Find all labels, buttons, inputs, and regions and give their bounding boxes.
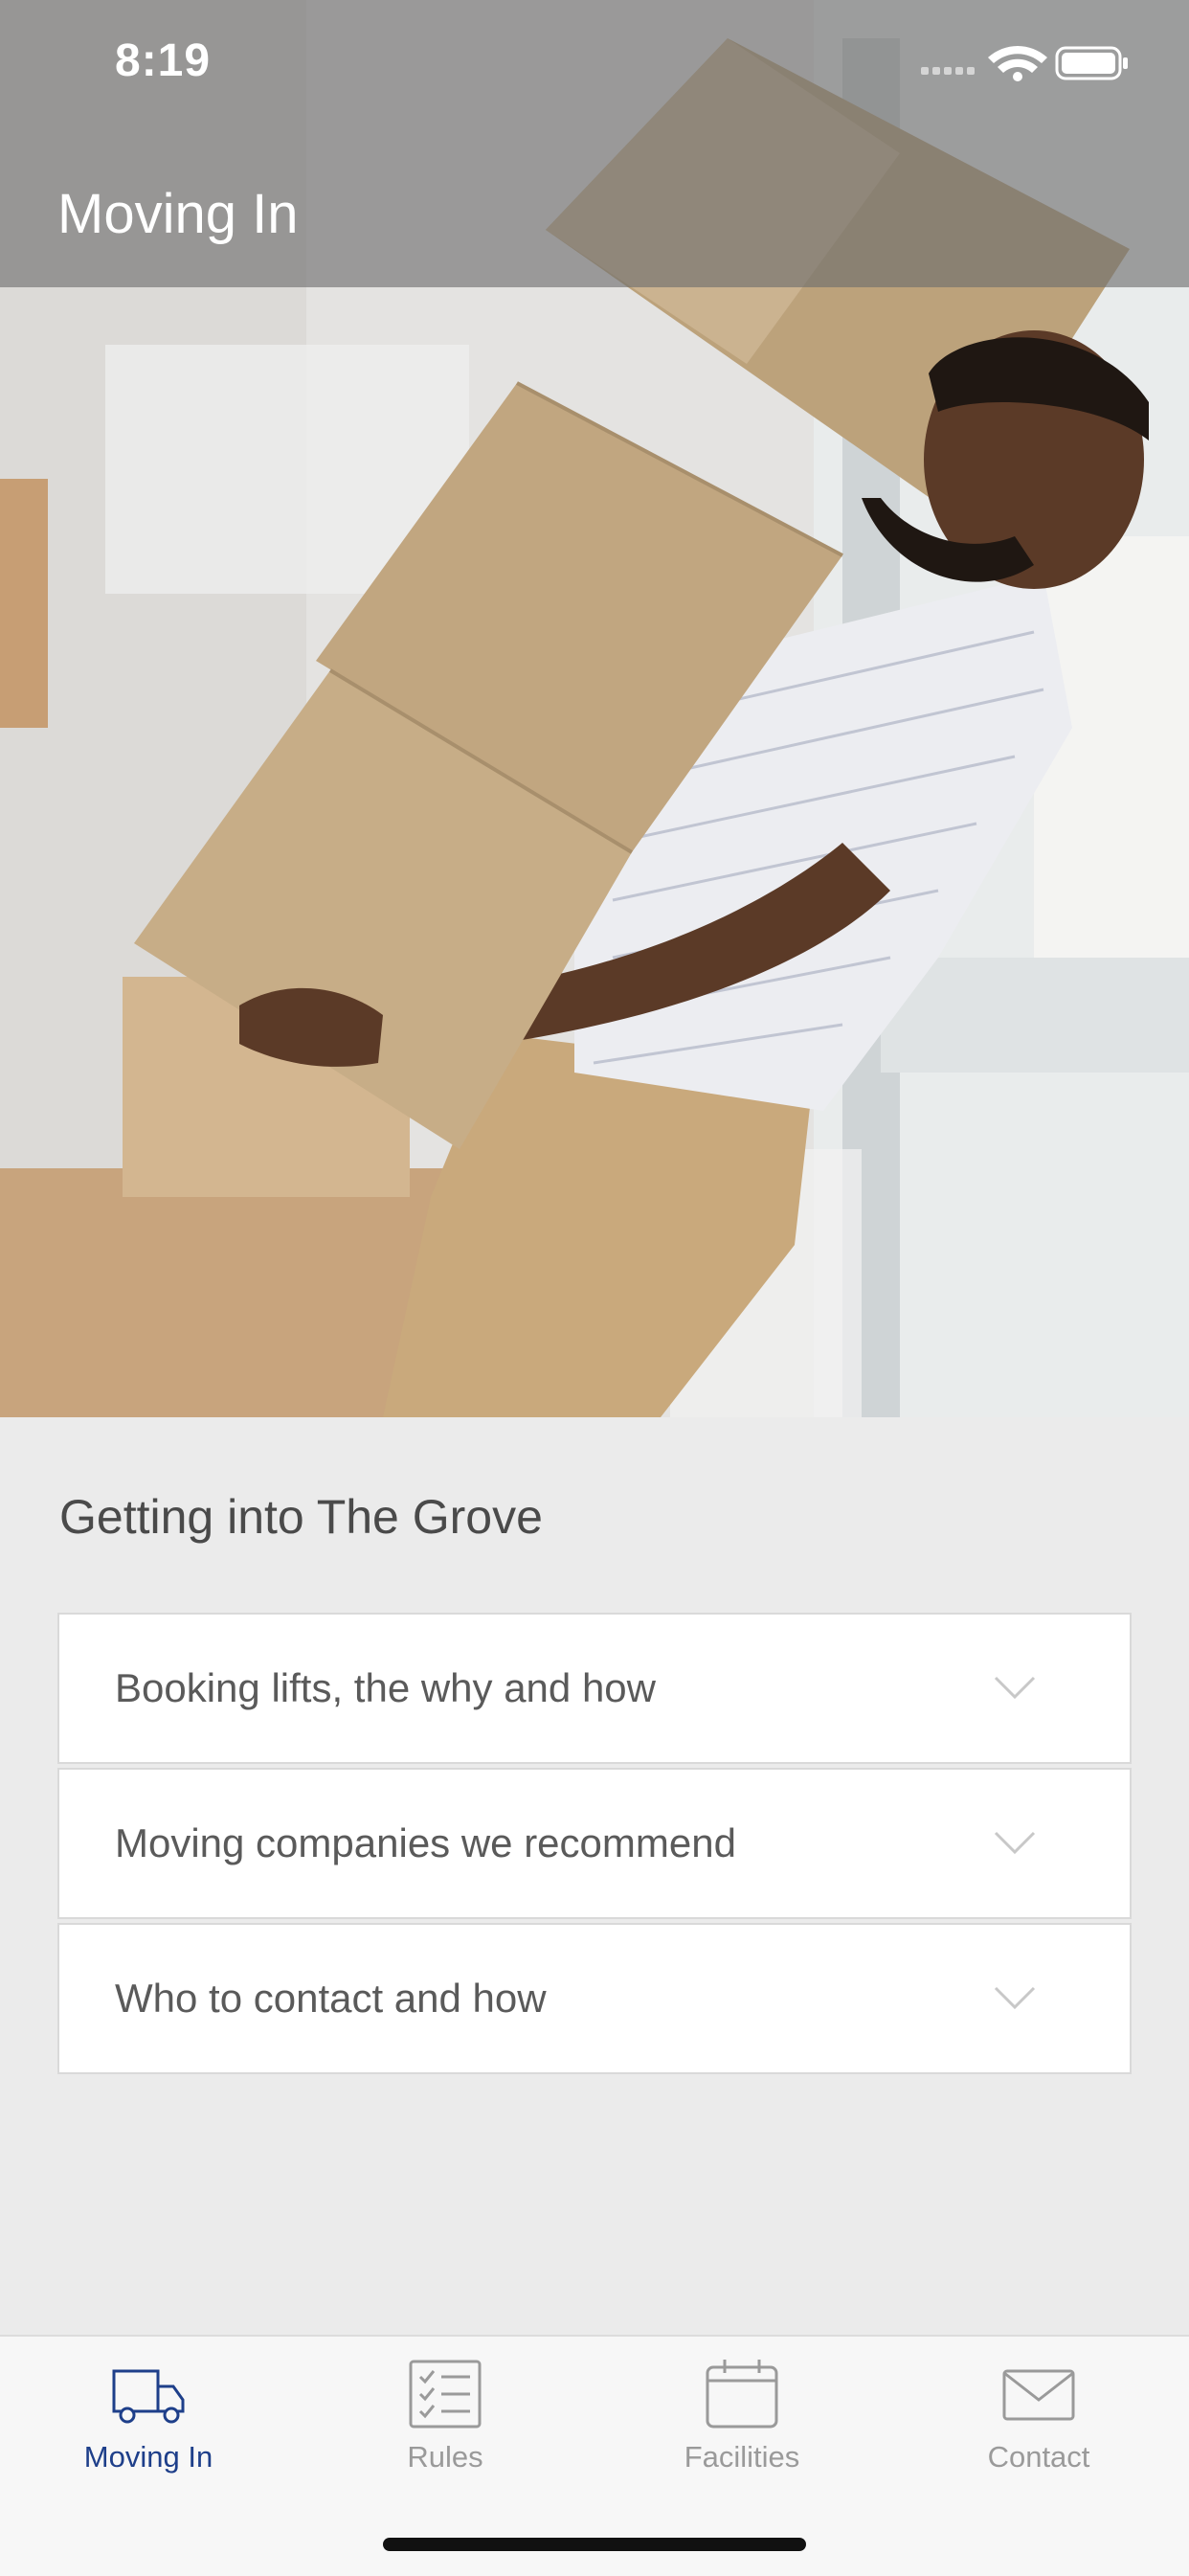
chevron-down-icon bbox=[994, 1986, 1036, 2010]
tab-label: Contact bbox=[987, 2440, 1090, 2474]
tab-facilities[interactable]: Facilities bbox=[594, 2337, 890, 2519]
truck-icon bbox=[112, 2369, 185, 2424]
accordion-item-label: Moving companies we recommend bbox=[115, 1820, 736, 1865]
wifi-icon bbox=[988, 46, 1047, 81]
home-indicator[interactable] bbox=[383, 2538, 806, 2551]
tab-label: Facilities bbox=[684, 2440, 800, 2474]
accordion-item-label: Who to contact and how bbox=[115, 1976, 547, 2021]
accordion-item-label: Booking lifts, the why and how bbox=[115, 1665, 656, 1710]
calendar-icon bbox=[706, 2360, 778, 2429]
cellular-signal-icon bbox=[921, 67, 975, 75]
chevron-down-icon bbox=[994, 1831, 1036, 1855]
section-title: Getting into The Grove bbox=[59, 1490, 543, 1544]
tab-label: Moving In bbox=[83, 2440, 213, 2474]
tab-contact[interactable]: Contact bbox=[890, 2337, 1187, 2519]
tab-rules[interactable]: Rules bbox=[297, 2337, 594, 2519]
accordion-item-booking-lifts[interactable]: Booking lifts, the why and how bbox=[57, 1613, 1132, 1764]
status-time: 8:19 bbox=[115, 35, 212, 86]
navigation-bar: 8:19 Moving In bbox=[0, 0, 1189, 287]
envelope-icon bbox=[1002, 2369, 1075, 2421]
tab-label: Rules bbox=[407, 2440, 483, 2474]
chevron-down-icon bbox=[994, 1676, 1036, 1700]
accordion-list: Booking lifts, the why and how Moving co… bbox=[57, 1613, 1132, 2078]
page-title: Moving In bbox=[57, 183, 299, 245]
checklist-icon bbox=[409, 2360, 482, 2429]
tab-moving-in[interactable]: Moving In bbox=[0, 2337, 297, 2519]
battery-icon bbox=[1055, 46, 1128, 80]
accordion-item-who-to-contact[interactable]: Who to contact and how bbox=[57, 1923, 1132, 2074]
accordion-item-moving-companies[interactable]: Moving companies we recommend bbox=[57, 1768, 1132, 1919]
status-icons bbox=[921, 46, 1128, 81]
